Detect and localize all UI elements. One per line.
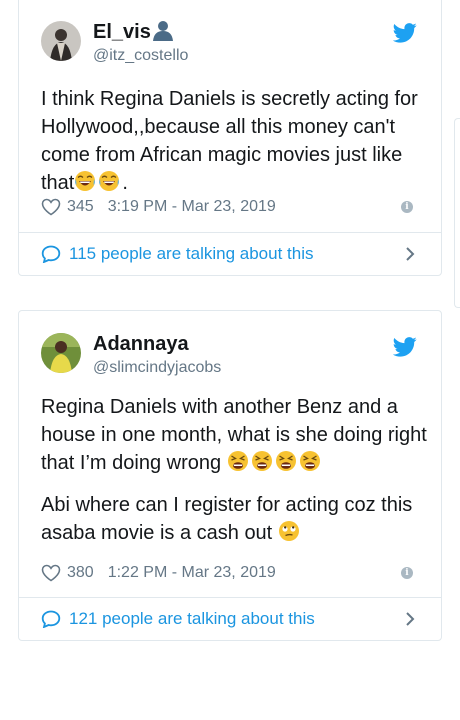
weary-face-emoji [251,450,273,472]
comment-bubble-icon [41,245,61,263]
tweet-meta: 345 3:19 PM - Mar 23, 2019 i [41,195,419,219]
talking-link[interactable]: 121 people are talking about this [41,599,419,639]
user-handle[interactable]: @slimcindyjacobs [93,359,221,377]
divider [19,232,441,233]
tweet-timestamp[interactable]: 3:19 PM - Mar 23, 2019 [108,198,276,216]
info-icon[interactable]: i [401,201,413,213]
twitter-bird-icon[interactable] [393,337,417,357]
tweet-card[interactable]: El_vis @itz_costello I think Regina Dani… [18,0,442,276]
like-count[interactable]: 345 [67,198,94,216]
adjacent-card-edge [454,118,460,308]
tweet-card[interactable]: Adannaya @slimcindyjacobs Regina Daniels… [18,310,442,641]
heart-icon[interactable] [41,564,61,582]
face-with-tears-of-joy-emoji [98,170,120,192]
talking-text: 115 people are talking about this [69,244,314,263]
chevron-right-icon [405,611,415,627]
chevron-right-icon [405,246,415,262]
avatar[interactable] [41,333,81,373]
user-handle[interactable]: @itz_costello [93,47,188,65]
divider [19,597,441,598]
face-with-tears-of-joy-emoji [74,170,96,192]
weary-face-emoji [299,450,321,472]
info-icon[interactable]: i [401,567,413,579]
weary-face-emoji [227,450,249,472]
user-name[interactable]: Adannaya [93,333,189,356]
weary-face-emoji [275,450,297,472]
heart-icon[interactable] [41,198,61,216]
tweet-meta: 380 1:22 PM - Mar 23, 2019 i [41,561,419,585]
twitter-bird-icon[interactable] [393,23,417,43]
user-name[interactable]: El_vis [93,19,174,44]
talking-link[interactable]: 115 people are talking about this [41,234,419,274]
tweet-text: Regina Daniels with another Benz and a h… [41,396,427,544]
avatar[interactable] [41,21,81,61]
like-count[interactable]: 380 [67,564,94,582]
person-silhouette-emoji [151,21,174,43]
face-with-rolling-eyes-emoji [278,520,300,542]
tweet-text: I think Regina Daniels is secretly actin… [41,88,418,194]
talking-text: 121 people are talking about this [69,609,315,628]
tweet-timestamp[interactable]: 1:22 PM - Mar 23, 2019 [108,564,276,582]
comment-bubble-icon [41,610,61,628]
